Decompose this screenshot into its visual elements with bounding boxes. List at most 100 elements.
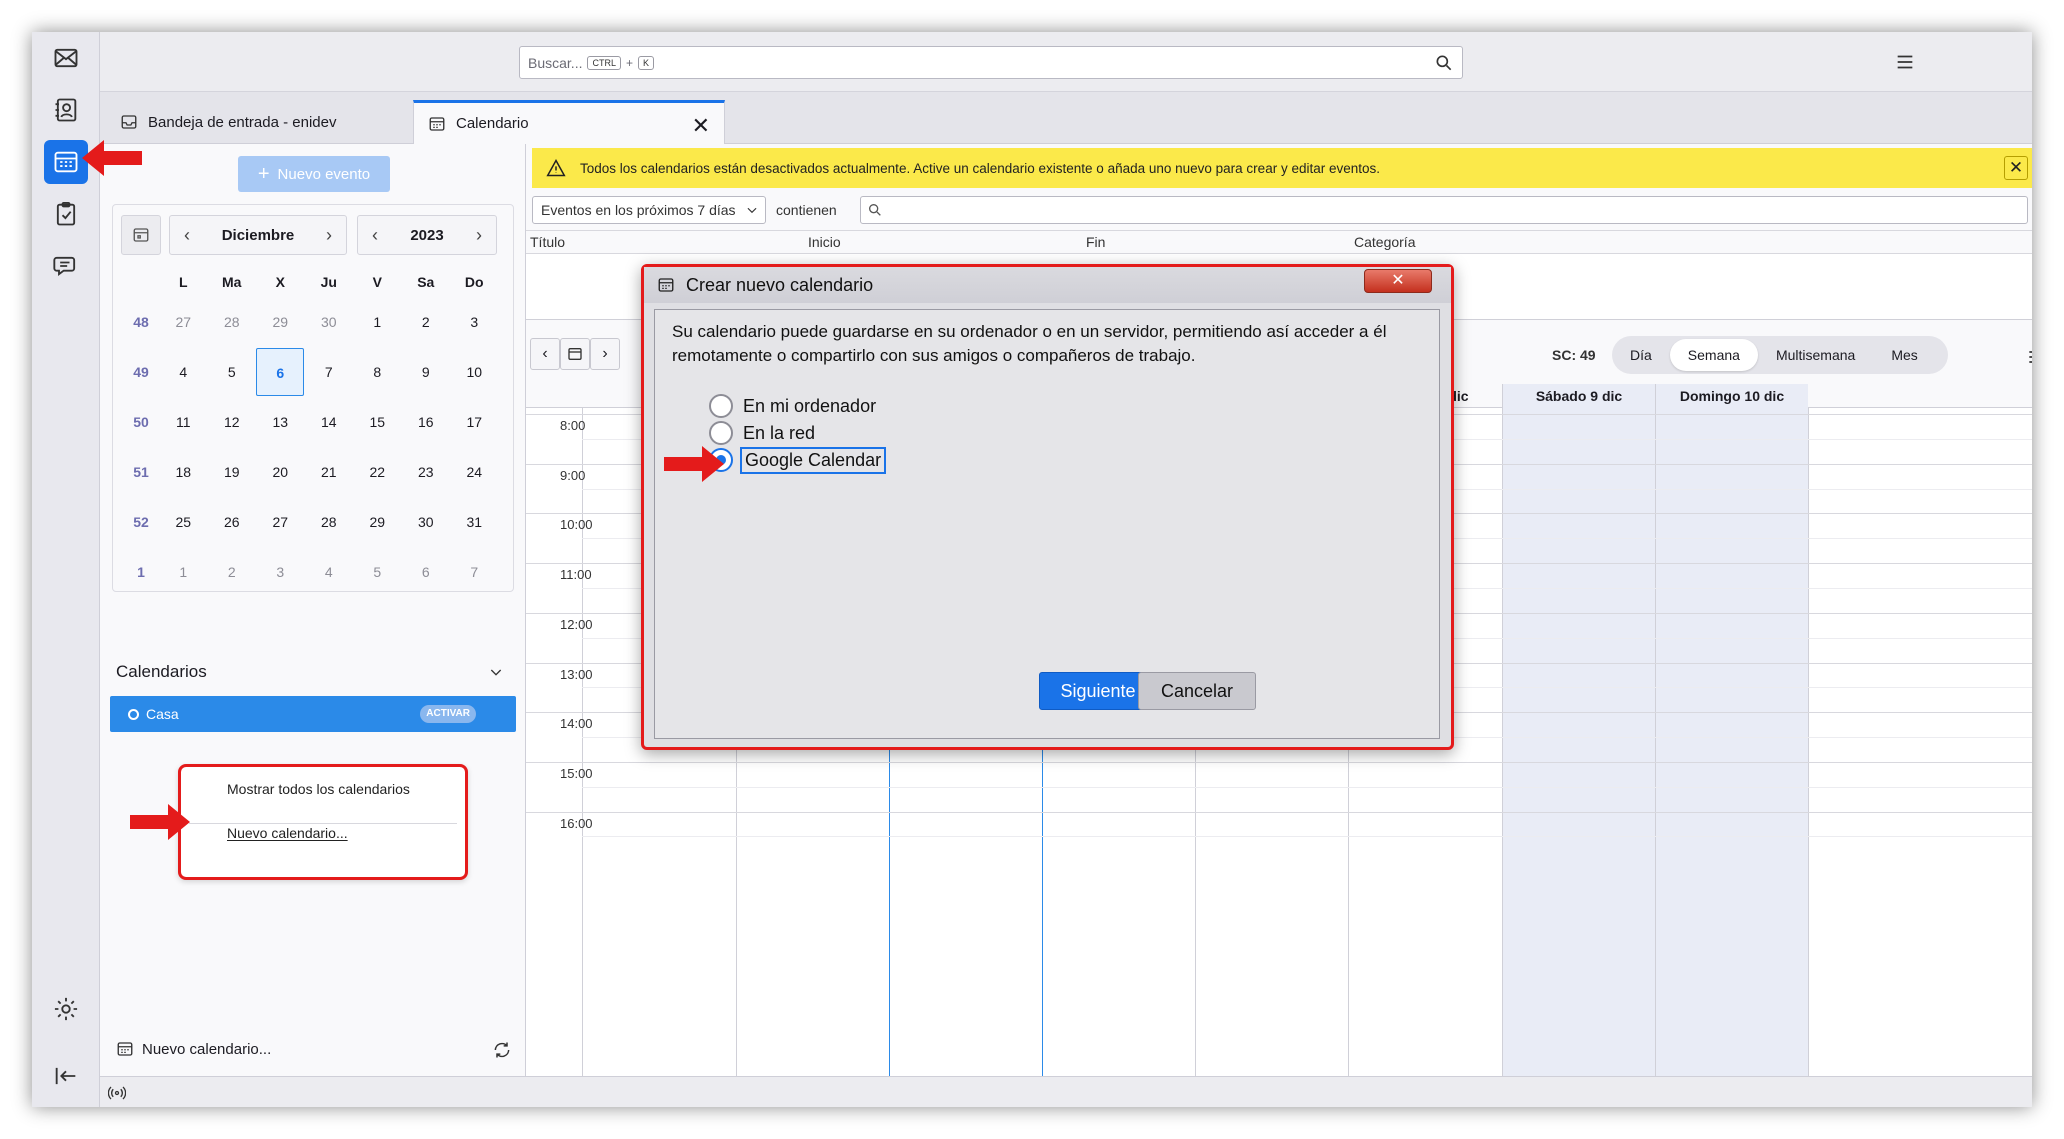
prev-year-button[interactable]: ‹ <box>358 225 392 246</box>
column-category[interactable]: Categoría <box>1354 234 1415 250</box>
day-cell[interactable]: 11 <box>159 414 208 430</box>
day-cell[interactable]: 24 <box>450 464 499 480</box>
day-cell[interactable]: 12 <box>208 414 257 430</box>
day-cell[interactable]: 8 <box>353 364 402 380</box>
chat-space-button[interactable] <box>44 244 88 288</box>
day-cell[interactable]: 16 <box>402 414 451 430</box>
settings-button[interactable] <box>44 987 88 1031</box>
online-status-icon[interactable] <box>108 1084 126 1102</box>
day-cell[interactable]: 20 <box>256 464 305 480</box>
week-number-cell[interactable]: 1 <box>113 564 159 580</box>
day-header-sunday[interactable]: Domingo 10 dic <box>1655 384 1808 408</box>
day-cell[interactable]: 18 <box>159 464 208 480</box>
day-cell[interactable]: 4 <box>159 364 208 380</box>
calendar-item-casa[interactable]: Casa ACTIVAR <box>110 696 516 732</box>
day-cell[interactable]: 3 <box>256 564 305 580</box>
new-event-button[interactable]: + Nuevo evento <box>238 156 390 192</box>
day-cell[interactable]: 10 <box>450 364 499 380</box>
day-cell[interactable]: 2 <box>208 564 257 580</box>
search-placeholder: Buscar... <box>528 54 583 71</box>
next-year-button[interactable]: › <box>462 225 496 246</box>
day-cell[interactable]: 25 <box>159 514 208 530</box>
week-number-cell[interactable]: 52 <box>113 514 159 530</box>
day-cell[interactable]: 6 <box>402 564 451 580</box>
view-multiweek-button[interactable]: Multisemana <box>1758 347 1873 363</box>
day-cell[interactable]: 23 <box>402 464 451 480</box>
option-google[interactable]: Google Calendar <box>709 446 887 474</box>
column-end[interactable]: Fin <box>1086 234 1105 250</box>
day-cell[interactable]: 14 <box>305 414 354 430</box>
dialog-close-button[interactable]: ✕ <box>1364 269 1432 293</box>
app-menu-icon[interactable] <box>1894 51 1916 73</box>
event-search-input[interactable] <box>860 196 2028 224</box>
global-search-input[interactable]: Buscar... CTRL + K <box>519 46 1463 79</box>
today-week-button[interactable] <box>560 338 590 370</box>
chevron-down-icon[interactable] <box>488 664 504 680</box>
menu-item-new-calendar[interactable]: Nuevo calendario... <box>227 825 348 841</box>
prev-month-button[interactable]: ‹ <box>170 225 204 246</box>
tab-calendar[interactable]: Calendario ✕ <box>413 100 725 144</box>
cancel-button[interactable]: Cancelar <box>1138 672 1256 710</box>
day-cell[interactable]: 5 <box>353 564 402 580</box>
day-cell[interactable]: 3 <box>450 314 499 330</box>
day-cell[interactable]: 19 <box>208 464 257 480</box>
menu-item-show-all-calendars[interactable]: Mostrar todos los calendarios <box>227 781 410 797</box>
day-cell[interactable]: 29 <box>256 314 305 330</box>
day-cell[interactable]: 22 <box>353 464 402 480</box>
activate-badge[interactable]: ACTIVAR <box>420 705 476 723</box>
view-week-button[interactable]: Semana <box>1669 339 1758 371</box>
week-number-cell[interactable]: 50 <box>113 414 159 430</box>
day-cell-today[interactable]: 6 <box>256 348 305 396</box>
day-cell[interactable]: 21 <box>305 464 354 480</box>
radio-local[interactable] <box>709 394 733 418</box>
tab-inbox[interactable]: Bandeja de entrada - enidev <box>106 100 404 144</box>
day-cell[interactable]: 1 <box>353 314 402 330</box>
week-number-cell[interactable]: 48 <box>113 314 159 330</box>
option-local[interactable]: En mi ordenador <box>709 394 876 418</box>
dialog-description: Su calendario puede guardarse en su orde… <box>672 322 1387 365</box>
day-cell[interactable]: 30 <box>305 314 354 330</box>
day-cell[interactable]: 28 <box>208 314 257 330</box>
prev-week-button[interactable]: ‹ <box>530 338 560 370</box>
day-cell[interactable]: 1 <box>159 564 208 580</box>
day-cell[interactable]: 9 <box>402 364 451 380</box>
next-week-button[interactable]: › <box>590 338 620 370</box>
day-cell[interactable]: 17 <box>450 414 499 430</box>
day-cell[interactable]: 27 <box>159 314 208 330</box>
mail-space-button[interactable] <box>44 36 88 80</box>
view-day-button[interactable]: Día <box>1612 347 1670 363</box>
week-number-cell[interactable]: 49 <box>113 364 159 380</box>
tasks-space-button[interactable] <box>44 192 88 236</box>
day-cell[interactable]: 15 <box>353 414 402 430</box>
address-book-button[interactable] <box>44 88 88 132</box>
day-cell[interactable]: 30 <box>402 514 451 530</box>
day-cell[interactable]: 27 <box>256 514 305 530</box>
day-cell[interactable]: 28 <box>305 514 354 530</box>
day-cell[interactable]: 4 <box>305 564 354 580</box>
view-month-button[interactable]: Mes <box>1873 347 1935 363</box>
close-notification-icon[interactable]: ✕ <box>2004 156 2028 180</box>
day-number: 20 <box>272 464 289 480</box>
column-title[interactable]: Título <box>530 234 565 250</box>
column-start[interactable]: Inicio <box>808 234 841 250</box>
day-cell[interactable]: 7 <box>305 364 354 380</box>
day-cell[interactable]: 5 <box>208 364 257 380</box>
day-cell[interactable]: 29 <box>353 514 402 530</box>
day-cell[interactable]: 7 <box>450 564 499 580</box>
next-month-button[interactable]: › <box>312 225 346 246</box>
new-calendar-dialog: Crear nuevo calendario ✕ Su calendario p… <box>641 264 1454 750</box>
close-tab-icon[interactable]: ✕ <box>692 113 710 139</box>
day-cell[interactable]: 26 <box>208 514 257 530</box>
day-cell[interactable]: 2 <box>402 314 451 330</box>
today-button[interactable] <box>121 215 161 255</box>
event-range-select[interactable]: Eventos en los próximos 7 días <box>532 196 766 224</box>
sync-icon[interactable] <box>492 1040 512 1060</box>
day-header-saturday[interactable]: Sábado 9 dic <box>1502 384 1655 408</box>
view-settings-icon[interactable] <box>2026 347 2032 367</box>
day-cell[interactable]: 31 <box>450 514 499 530</box>
day-cell[interactable]: 13 <box>256 414 305 430</box>
week-number-cell[interactable]: 51 <box>113 464 159 480</box>
new-calendar-bottom-button[interactable]: Nuevo calendario... <box>116 1040 271 1058</box>
hour-label: 12:00 <box>560 616 593 632</box>
collapse-spaces-button[interactable] <box>44 1054 88 1098</box>
